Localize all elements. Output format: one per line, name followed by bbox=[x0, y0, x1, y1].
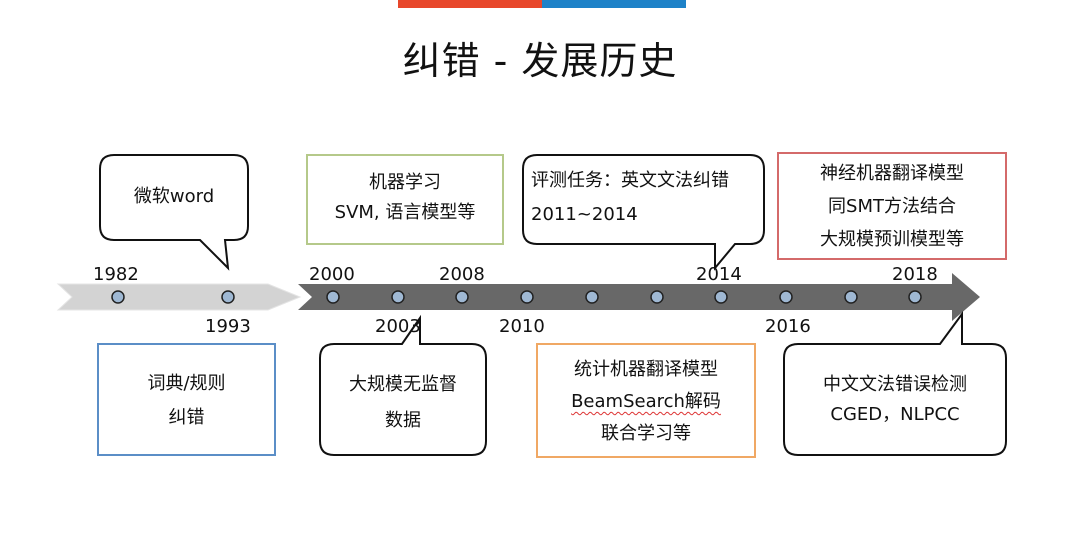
dot-1982 bbox=[111, 290, 125, 304]
callout-eval-task-text: 评测任务：英文文法纠错 2011~2014 bbox=[525, 166, 765, 230]
year-label-2008: 2008 bbox=[439, 264, 485, 285]
dot-2012 bbox=[650, 290, 664, 304]
callout-unsupervised-line2: 数据 bbox=[385, 410, 421, 431]
box-neural-mt-line2: 同SMT方法结合 bbox=[828, 196, 956, 217]
callout-eval-task-line2: 2011~2014 bbox=[531, 204, 638, 225]
box-neural-mt-text: 神经机器翻译模型 同SMT方法结合 大规模预训模型等 bbox=[778, 157, 1006, 256]
box-statistical-mt-line2: BeamSearch解码 bbox=[571, 391, 721, 412]
year-label-1982: 1982 bbox=[93, 264, 139, 285]
timeline-arrow-early bbox=[56, 283, 302, 311]
callout-unsupervised-text: 大规模无监督 数据 bbox=[320, 367, 486, 439]
year-label-2014: 2014 bbox=[696, 264, 742, 285]
callout-eval-task-line1: 评测任务：英文文法纠错 bbox=[531, 170, 729, 191]
dot-2000 bbox=[326, 290, 340, 304]
callout-cged-line1: 中文文法错误检测 bbox=[823, 374, 967, 395]
year-label-2000: 2000 bbox=[309, 264, 355, 285]
box-machine-learning-line2: SVM, 语言模型等 bbox=[334, 202, 476, 223]
box-neural-mt-line1: 神经机器翻译模型 bbox=[820, 163, 964, 184]
box-machine-learning-line1: 机器学习 bbox=[369, 172, 441, 193]
box-statistical-mt-line1: 统计机器翻译模型 bbox=[574, 359, 718, 380]
year-label-2010: 2010 bbox=[499, 316, 545, 337]
callout-cged-line2: CGED，NLPCC bbox=[830, 404, 960, 425]
dot-2014 bbox=[714, 290, 728, 304]
year-label-1993: 1993 bbox=[205, 316, 251, 337]
dot-1993 bbox=[221, 290, 235, 304]
dot-2018 bbox=[908, 290, 922, 304]
dot-2010 bbox=[520, 290, 534, 304]
box-dictionary-rules-text: 词典/规则 纠错 bbox=[98, 367, 275, 435]
year-label-2018: 2018 bbox=[892, 264, 938, 285]
box-statistical-mt-text: 统计机器翻译模型 BeamSearch解码 联合学习等 bbox=[537, 354, 755, 450]
box-dictionary-rules-line1: 词典/规则 bbox=[147, 373, 226, 394]
dot-2017 bbox=[844, 290, 858, 304]
dot-2011 bbox=[585, 290, 599, 304]
dot-2003 bbox=[391, 290, 405, 304]
dot-2008 bbox=[455, 290, 469, 304]
year-label-2003: 2003 bbox=[375, 316, 421, 337]
box-machine-learning-text: 机器学习 SVM, 语言模型等 bbox=[307, 168, 503, 228]
callout-cged-text: 中文文法错误检测 CGED，NLPCC bbox=[784, 370, 1006, 430]
box-statistical-mt-line3: 联合学习等 bbox=[601, 423, 691, 444]
box-neural-mt-line3: 大规模预训模型等 bbox=[820, 229, 964, 250]
callout-word-text: 微软word bbox=[100, 182, 248, 212]
callout-unsupervised-line1: 大规模无监督 bbox=[349, 374, 457, 395]
box-dictionary-rules-line2: 纠错 bbox=[168, 407, 205, 428]
dot-2016 bbox=[779, 290, 793, 304]
year-label-2016: 2016 bbox=[765, 316, 811, 337]
callout-word-line1: 微软word bbox=[133, 186, 215, 207]
